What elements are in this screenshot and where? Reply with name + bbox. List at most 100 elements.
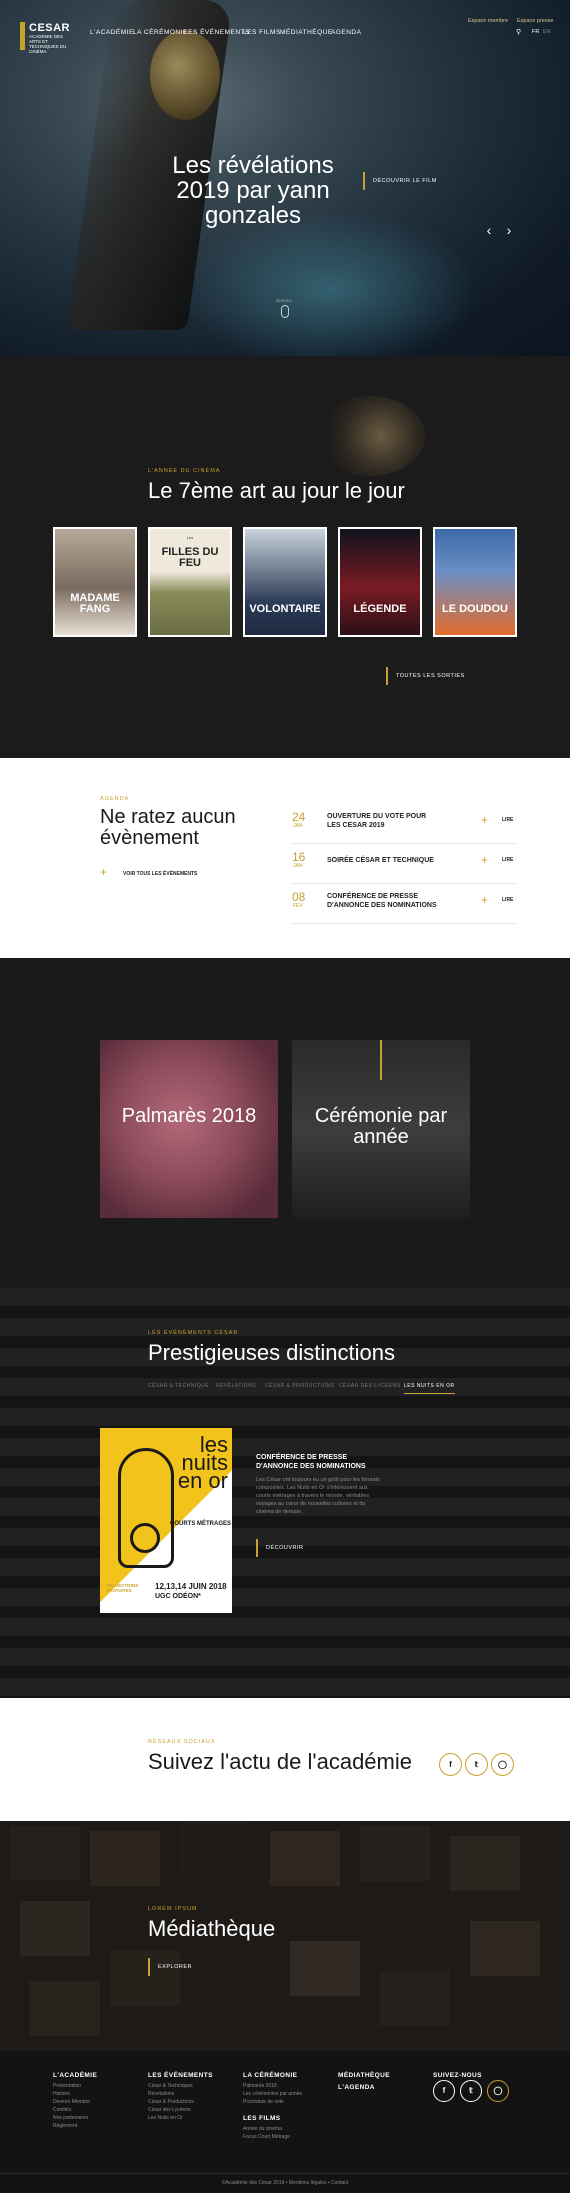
- nav-item-agenda[interactable]: AGENDA: [331, 29, 361, 36]
- footer-link[interactable]: Présentation: [53, 2083, 81, 2089]
- projector-decoration: [315, 396, 425, 476]
- ceremonie-card[interactable]: Cérémonie par année: [292, 1040, 470, 1218]
- decouvrir-film-button[interactable]: DÉCOUVRIR LE FILM: [363, 172, 437, 190]
- nuits-en-or-flyer: les nuits en or COURTS MÉTRAGES PROJECTI…: [100, 1428, 232, 1613]
- annee-eyebrow: L'ANNÉE DU CINÉMA: [148, 468, 221, 474]
- mediatheque-eyebrow: LOREM IPSUM: [148, 1906, 198, 1912]
- poster-le-doudou[interactable]: LE DOUDOU: [433, 527, 517, 637]
- footer-link[interactable]: Devenir Membre: [53, 2099, 90, 2105]
- instagram-icon[interactable]: ◯: [491, 1753, 514, 1776]
- agenda-item[interactable]: 16 JAN SOIRÉE CÉSAR ET TECHNIQUE + LIRE: [292, 850, 516, 884]
- footer-instagram-icon[interactable]: ◯: [487, 2080, 509, 2102]
- event-lire-link[interactable]: LIRE: [502, 897, 513, 903]
- logo-bar: [20, 22, 25, 50]
- footer-link[interactable]: Les Nuits en Or: [148, 2115, 183, 2121]
- footer-link[interactable]: Comités: [53, 2107, 71, 2113]
- footer-link[interactable]: Règlement: [53, 2123, 77, 2129]
- site-footer: L'ACADÉMIE Présentation Histoire Devenir…: [0, 2051, 570, 2193]
- hero-section: CESAR ACADÉMIE DES ARTS ET TECHNIQUES DU…: [0, 0, 570, 356]
- twitter-icon[interactable]: 𝕥: [465, 1753, 488, 1776]
- nav-item-academie[interactable]: L'ACADÉMIE: [90, 29, 134, 36]
- tab-revelations[interactable]: RÉVÉLATIONS: [216, 1383, 256, 1389]
- article-title: CONFÉRENCE DE PRESSE D'ANNONCE DES NOMIN…: [256, 1454, 366, 1470]
- event-lire-link[interactable]: LIRE: [502, 817, 513, 823]
- nav-item-films[interactable]: LES FILMS: [243, 29, 281, 36]
- agenda-title-line1: Ne ratez aucun: [100, 806, 236, 828]
- palmares-card[interactable]: Palmarès 2018: [100, 1040, 278, 1218]
- facebook-icon[interactable]: f: [439, 1753, 462, 1776]
- logo-title: CESAR: [29, 22, 71, 34]
- mediatheque-section: LOREM IPSUM Médiathèque EXPLORER: [0, 1821, 570, 2051]
- flyer-label: PROJECTIONS GRATUITES: [106, 1583, 139, 1593]
- agenda-title: Ne ratez aucun évènement: [100, 807, 236, 849]
- site-logo[interactable]: CESAR ACADÉMIE DES ARTS ET TECHNIQUES DU…: [20, 22, 70, 54]
- social-eyebrow: RÉSEAUX SOCIAUX: [148, 1739, 216, 1745]
- agenda-title-line2: évènement: [100, 827, 199, 849]
- footer-link[interactable]: Procédure de vote: [243, 2099, 284, 2105]
- tab-cesar-technique[interactable]: CÉSAR & TECHNIQUE: [148, 1383, 209, 1389]
- plus-icon[interactable]: +: [100, 865, 107, 879]
- agenda-item[interactable]: 08 FÉV CONFÉRENCE DE PRESSE D'ANNONCE DE…: [292, 890, 516, 924]
- toutes-les-sorties-button[interactable]: TOUTES LES SORTIES: [386, 667, 465, 685]
- poster-legende[interactable]: LÉGENDE: [338, 527, 422, 637]
- espace-presse-link[interactable]: Espace presse: [517, 18, 553, 24]
- social-title: Suivez l'actu de l'académie: [148, 1749, 412, 1774]
- event-day: 24: [292, 810, 306, 824]
- footer-heading-link[interactable]: L'AGENDA: [338, 2084, 375, 2091]
- footer-link[interactable]: Année du cinéma: [243, 2126, 282, 2132]
- nav-item-ceremonie[interactable]: LA CÉRÉMONIE: [133, 29, 188, 36]
- footer-facebook-icon[interactable]: f: [433, 2080, 455, 2102]
- footer-link[interactable]: Focus Court Métrage: [243, 2134, 290, 2140]
- footer-link[interactable]: César des Lycéens: [148, 2107, 191, 2113]
- footer-twitter-icon[interactable]: 𝕥: [460, 2080, 482, 2102]
- event-month: FÉV: [293, 903, 303, 909]
- agenda-eyebrow: AGENDA: [100, 796, 130, 802]
- explorer-button[interactable]: EXPLORER: [148, 1958, 192, 1976]
- footer-link[interactable]: Les cérémonies par année: [243, 2091, 302, 2097]
- plus-icon[interactable]: +: [481, 813, 488, 827]
- mediatheque-overlay: [0, 1821, 570, 2051]
- plus-icon[interactable]: +: [481, 893, 488, 907]
- event-month: JAN: [293, 823, 303, 829]
- lang-en[interactable]: EN: [543, 29, 551, 35]
- hero-helmet: [150, 30, 220, 120]
- tab-nuits-en-or[interactable]: LES NUITS EN OR: [404, 1383, 455, 1394]
- event-month: JAN: [293, 863, 303, 869]
- prev-arrow-icon[interactable]: ‹: [483, 223, 495, 237]
- footer-link[interactable]: Nos partenaires: [53, 2115, 88, 2121]
- ceremonie-card-label: Cérémonie par année: [314, 1105, 448, 1148]
- agenda-item[interactable]: 24 JAN OUVERTURE DU VOTE POUR LES CESAR …: [292, 810, 516, 844]
- scroll-mouse-icon[interactable]: [281, 305, 289, 318]
- footer-link[interactable]: Révélations: [148, 2091, 174, 2097]
- footer-link[interactable]: Histoire: [53, 2091, 70, 2097]
- distinctions-eyebrow: LES ÉVÉNEMENTS CÉSAR: [148, 1330, 239, 1336]
- footer-link[interactable]: César & Productions: [148, 2099, 194, 2105]
- palmares-section: Palmarès 2018 Cérémonie par année LES ÉV…: [0, 958, 570, 1698]
- poster-madame-fang[interactable]: MADAME FANG: [53, 527, 137, 637]
- poster-volontaire[interactable]: VOLONTAIRE: [243, 527, 327, 637]
- tab-cesar-lyceens[interactable]: CÉSAR DES LYCÉENS: [339, 1383, 401, 1389]
- scroll-label: SCROLL: [276, 298, 293, 303]
- footer-heading-link[interactable]: MÉDIATHÈQUE: [338, 2072, 390, 2079]
- plus-icon[interactable]: +: [481, 853, 488, 867]
- next-arrow-icon[interactable]: ›: [503, 223, 515, 237]
- decouvrir-button[interactable]: DÉCOUVRIR: [256, 1539, 304, 1557]
- poster-title: LE DOUDOU: [442, 603, 508, 615]
- event-lire-link[interactable]: LIRE: [502, 857, 513, 863]
- footer-heading: L'ACADÉMIE: [53, 2072, 98, 2079]
- event-title: SOIRÉE CÉSAR ET TECHNIQUE: [327, 857, 434, 864]
- lang-fr[interactable]: FR: [532, 29, 539, 35]
- voir-tous-evenements-link[interactable]: VOIR TOUS LES ÉVÉNEMENTS: [123, 871, 197, 877]
- espace-membre-link[interactable]: Espace membre: [468, 18, 508, 24]
- logo-subtitle: ACADÉMIE DES ARTS ET TECHNIQUES DU CINÉM…: [29, 34, 67, 54]
- search-icon[interactable]: ⚲: [516, 28, 521, 36]
- nav-item-mediatheque[interactable]: MÉDIATHÈQUE: [280, 29, 333, 36]
- footer-link[interactable]: Palmarès 2018: [243, 2083, 277, 2089]
- annee-section: L'ANNÉE DU CINÉMA Le 7ème art au jour le…: [0, 356, 570, 758]
- nav-item-evenements[interactable]: LES ÉVÉNEMENTS: [184, 29, 250, 36]
- event-day: 16: [292, 850, 306, 864]
- tab-cesar-productions[interactable]: CÉSAR & PRODUCTIONS: [265, 1383, 335, 1389]
- poster-filles-du-feu[interactable]: Les FILLES DU FEU: [148, 527, 232, 637]
- flyer-dates: 12,13,14 JUIN 2018: [155, 1582, 227, 1591]
- footer-link[interactable]: César & Techniques: [148, 2083, 193, 2089]
